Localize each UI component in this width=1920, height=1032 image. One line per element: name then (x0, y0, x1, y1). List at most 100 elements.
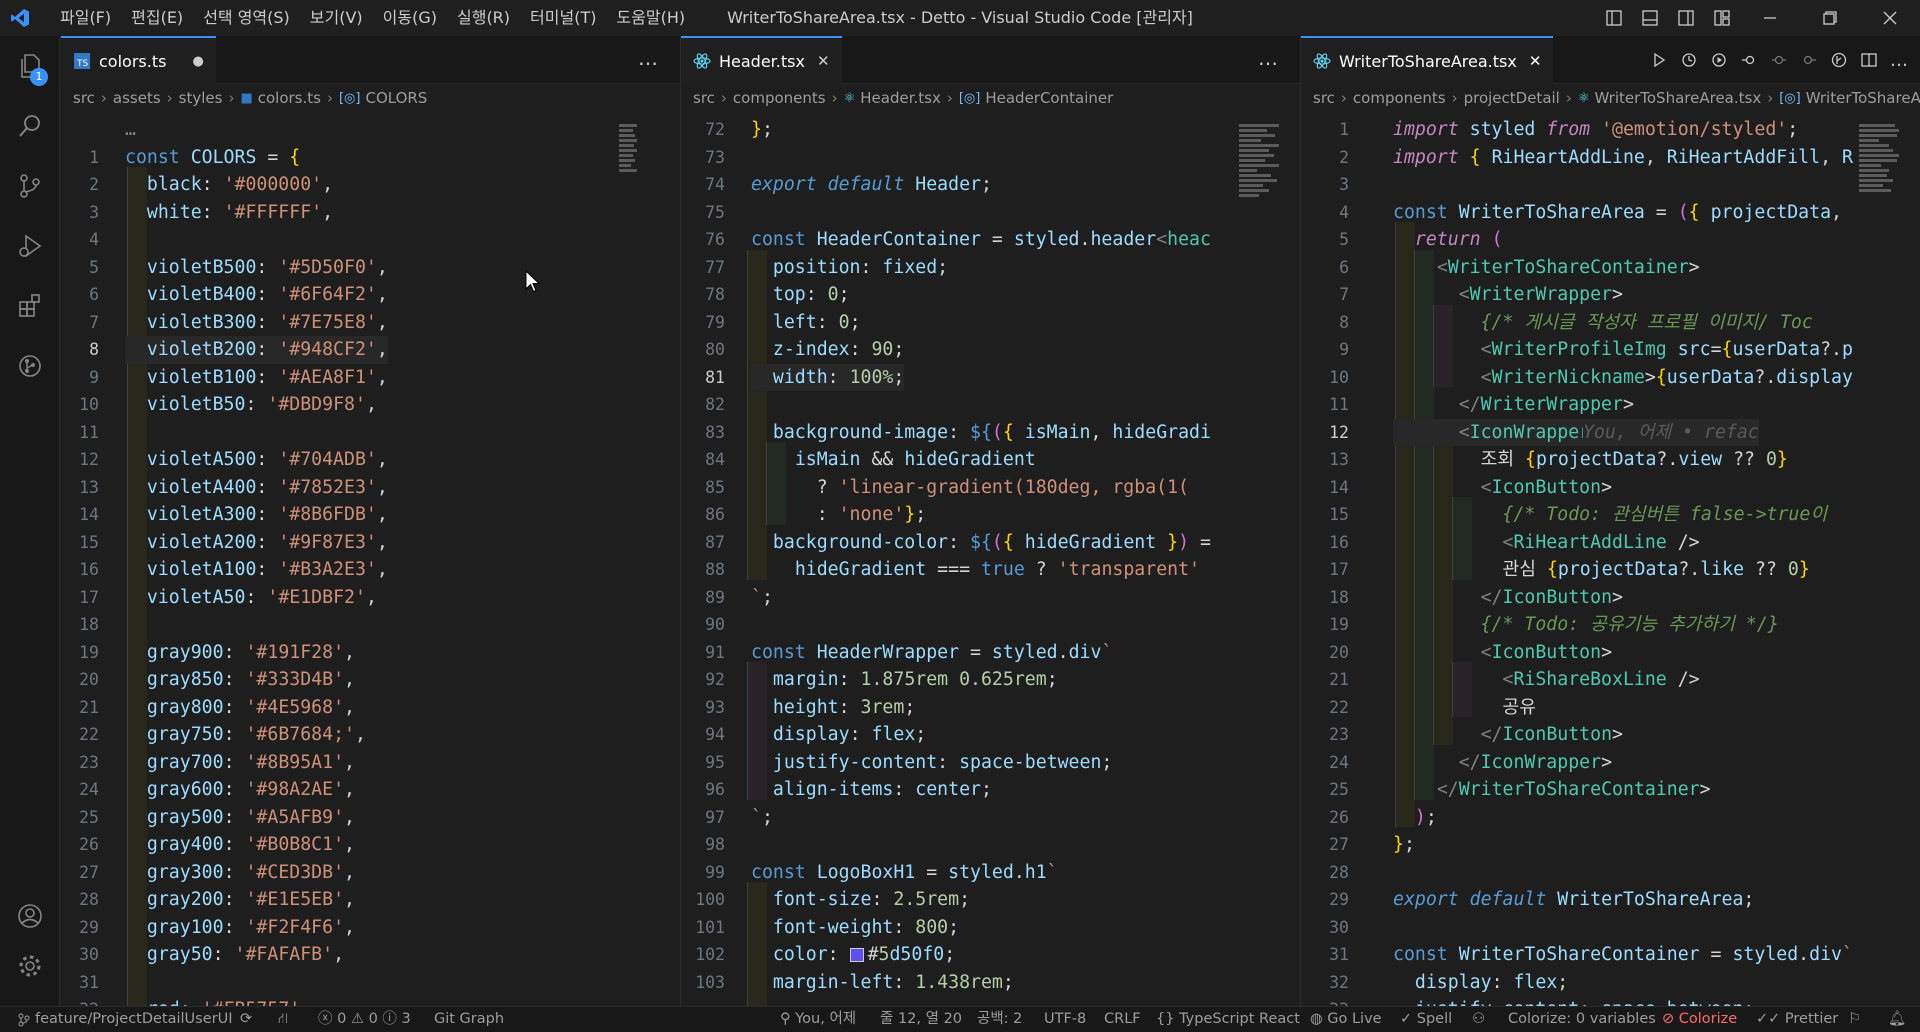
git-compare-icon[interactable] (1824, 52, 1854, 68)
code-line[interactable]: 2 black: '#000000', (61, 171, 680, 199)
breadcrumb-item[interactable]: styles (179, 89, 223, 107)
code-line[interactable]: 88 hideGradient === true ? 'transparent' (681, 556, 1300, 584)
code-line[interactable]: 22 gray750: '#6B7684;', (61, 721, 680, 749)
code-line[interactable]: 24 gray600: '#98A2AE', (61, 776, 680, 804)
minimap[interactable] (619, 122, 665, 192)
indentation[interactable]: 공백: 2 (977, 1007, 1022, 1032)
run-and-debug-icon[interactable] (0, 216, 60, 276)
code-line[interactable]: 14 <IconButton> (1301, 474, 1920, 502)
source-control-icon[interactable] (0, 156, 60, 216)
code-line[interactable]: 75 (681, 199, 1300, 227)
code-line[interactable]: 32 display: flex; (1301, 969, 1920, 997)
code-line[interactable]: 30 gray50: '#FAFAFB', (61, 941, 680, 969)
end-of-line[interactable]: CRLF (1104, 1007, 1141, 1032)
prettier-status[interactable]: ✓✓ Prettier (1756, 1007, 1838, 1032)
code-line[interactable]: 78 top: 0; (681, 281, 1300, 309)
breadcrumb-item[interactable]: projectDetail (1464, 89, 1560, 107)
code-line[interactable]: 21 <RiShareBoxLine /> (1301, 666, 1920, 694)
problems-status[interactable]: ⓧ 0 ⚠ 0 ⓘ 3 (318, 1007, 411, 1032)
more-actions-icon[interactable]: … (1884, 50, 1914, 71)
code-line[interactable]: 17 violetA50: '#E1DBF2', (61, 584, 680, 612)
notifications-bell-icon[interactable]: 🔔︎ (1888, 1007, 1906, 1032)
code-line[interactable]: 8 {/* 게시글 작성자 프로필 이미지/ Toc (1301, 309, 1920, 337)
code-line[interactable]: 89 `; (681, 584, 1300, 612)
code-line[interactable]: 81 width: 100%; (681, 363, 1300, 391)
code-line[interactable]: 29 gray100: '#F2F4F6', (61, 914, 680, 942)
code-line[interactable]: 17 관심 {projectData?.like ?? 0} (1301, 556, 1920, 584)
menu-terminal[interactable]: 터미널(T) (520, 0, 606, 36)
code-line[interactable]: 33 justify-content: space-between; (1301, 996, 1920, 1006)
code-line[interactable]: 14 violetA300: '#8B6FDB', (61, 501, 680, 529)
code-line[interactable]: 102 color: #5d50f0; (681, 941, 1300, 969)
code-line[interactable]: 7 <WriterWrapper> (1301, 281, 1920, 309)
code-line[interactable]: 96 align-items: center; (681, 776, 1300, 804)
code-line[interactable]: 5 violetB500: '#5D50F0', (61, 254, 680, 282)
extensions-icon[interactable] (0, 276, 60, 336)
close-tab-icon[interactable]: ✕ (817, 52, 830, 70)
code-line[interactable]: 24 </IconWrapper> (1301, 749, 1920, 777)
play-circle-icon[interactable] (1704, 52, 1734, 68)
code-line[interactable]: 26 gray400: '#B0B8C1', (61, 831, 680, 859)
menu-edit[interactable]: 편집(E) (121, 0, 193, 36)
minimap[interactable] (1859, 122, 1905, 272)
colorize-button[interactable]: ⊘ Colorize (1662, 1007, 1737, 1032)
code-line[interactable]: 79 left: 0; (681, 309, 1300, 337)
code-line[interactable]: 20 gray850: '#333D4B', (61, 666, 680, 694)
sync-icon[interactable]: ⟳ (240, 1007, 252, 1032)
code-line[interactable]: 15 {/* Todo: 관심버튼 false->true이 (1301, 501, 1920, 529)
code-line[interactable]: 27}; (1301, 831, 1920, 859)
code-line[interactable]: 7 violetB300: '#7E75E8', (61, 309, 680, 337)
code-line[interactable]: 18 (61, 611, 680, 639)
code-line[interactable]: 90 (681, 611, 1300, 639)
code-line[interactable]: 3 white: '#FFFFFF', (61, 199, 680, 227)
code-line[interactable]: 11 </WriterWrapper> (1301, 391, 1920, 419)
code-line[interactable]: 12 <IconWrapper>You, 어제 • refac (1301, 418, 1920, 446)
code-editor[interactable]: 1 import styled from '@emotion/styled'; 2 i… (1301, 112, 1920, 1006)
code-line[interactable]: 29 export default WriterToShareArea; (1301, 886, 1920, 914)
code-line[interactable]: 16 violetA100: '#B3A2E3', (61, 556, 680, 584)
restore-icon[interactable] (1804, 0, 1856, 36)
code-line[interactable]: 101 font-weight: 800; (681, 914, 1300, 942)
commit-icon[interactable] (1764, 52, 1794, 68)
cursor-position[interactable]: 줄 12, 열 20 (880, 1007, 962, 1032)
code-line[interactable]: 23 </IconButton> (1301, 721, 1920, 749)
code-line[interactable]: 1 import styled from '@emotion/styled'; (1301, 116, 1920, 144)
code-line[interactable]: 4 (61, 226, 680, 254)
breadcrumb-item[interactable]: WriterToShareA (1806, 89, 1920, 107)
minimize-icon[interactable] (1744, 0, 1796, 36)
code-line[interactable]: 100 font-size: 2.5rem; (681, 886, 1300, 914)
code-line[interactable]: 92 margin: 1.875rem 0.625rem; (681, 666, 1300, 694)
minimap[interactable] (1239, 122, 1285, 272)
code-line[interactable]: 74 export default Header; (681, 171, 1300, 199)
toggle-panel-icon[interactable] (1636, 0, 1664, 36)
code-line[interactable]: 72}; (681, 116, 1300, 144)
go-forward-icon[interactable] (1794, 52, 1824, 68)
code-line[interactable]: 15 violetA200: '#9F87E3', (61, 529, 680, 557)
code-line[interactable]: 25 gray500: '#A5AFB9', (61, 804, 680, 832)
code-line[interactable]: 6 <WriterToShareContainer> (1301, 254, 1920, 282)
code-editor[interactable]: … 1 const COLORS = {2 black: '#000000', 3 w… (61, 112, 680, 1006)
breadcrumb-item[interactable]: components (1353, 89, 1446, 107)
code-line[interactable]: 103 margin-left: 1.438rem; (681, 969, 1300, 997)
code-line[interactable]: 95 justify-content: space-between; (681, 749, 1300, 777)
split-editor-icon[interactable] (1854, 52, 1884, 68)
code-line[interactable]: 19 {/* Todo: 공유기능 추가하기 */} (1301, 611, 1920, 639)
code-line[interactable]: 10 violetB50: '#DBD9F8', (61, 391, 680, 419)
vscode-logo-icon[interactable] (0, 0, 40, 36)
spell-check-status[interactable]: ✓ Spell (1400, 1007, 1452, 1032)
code-line[interactable]: 11 (61, 419, 680, 447)
unsaved-dot-icon[interactable]: ● (192, 54, 203, 69)
code-line[interactable]: 28 (1301, 859, 1920, 887)
customize-layout-icon[interactable] (1708, 0, 1736, 36)
tab-header-tsx[interactable]: Header.tsx ✕ (681, 36, 842, 84)
code-line[interactable]: 82 (681, 391, 1300, 419)
code-line[interactable]: 18 </IconButton> (1301, 584, 1920, 612)
code-line[interactable]: 28 gray200: '#E1E5EB', (61, 886, 680, 914)
code-line[interactable]: 30 (1301, 914, 1920, 942)
toggle-secondary-sidebar-icon[interactable] (1672, 0, 1700, 36)
git-graph-icon[interactable] (0, 336, 60, 396)
code-line[interactable]: 1 const COLORS = { (61, 144, 680, 172)
menu-file[interactable]: 파일(F) (50, 0, 121, 36)
tab-colors-ts[interactable]: TS colors.ts ● (61, 36, 216, 84)
breadcrumb-item[interactable]: colors.ts (258, 89, 321, 107)
